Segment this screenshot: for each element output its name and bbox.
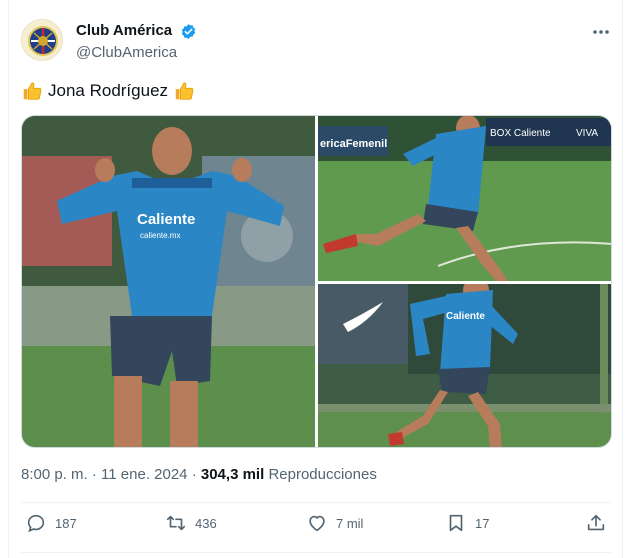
reply-button[interactable]: 187 [25,512,77,534]
retweet-count: 436 [195,515,217,531]
svg-text:caliente.mx: caliente.mx [140,231,180,240]
tweet-date[interactable]: 11 ene. 2024 [101,466,187,483]
club-america-crest-icon [23,21,62,60]
retweet-icon [166,515,186,531]
action-bar: 187 436 7 mil 17 [21,512,612,542]
tweet-text-content: Jona Rodríguez [48,81,169,100]
reply-icon [27,514,45,533]
bookmark-button[interactable]: 17 [445,512,489,534]
photo-player-kicking[interactable]: Caliente [318,284,611,447]
svg-text:ericaFemenil: ericaFemenil [320,138,387,150]
verified-badge-icon [181,24,196,39]
retweet-button[interactable]: 436 [165,512,217,534]
share-icon [587,514,605,531]
divider [21,502,612,503]
bookmark-icon [449,514,463,532]
author-display-name[interactable]: Club América [76,22,172,39]
divider [21,552,612,553]
views-label: Reproducciones [268,466,377,483]
photo-player-thumbs-up[interactable]: Caliente caliente.mx [22,116,315,447]
thumbs-up-icon [175,82,194,100]
views-count: 304,3 mil [200,466,265,483]
meta-separator: · [191,466,197,483]
thumbs-up-icon [23,82,42,100]
like-button[interactable]: 7 mil [306,512,363,534]
tweet-text: Jona Rodríguez [21,80,195,102]
share-button[interactable] [585,512,607,534]
svg-text:Caliente: Caliente [446,311,485,322]
frame-border-right [622,0,623,558]
bookmark-count: 17 [475,515,490,531]
media-grid: Caliente caliente.mx ericaFemenil BOX Ca… [21,115,612,448]
svg-text:Caliente: Caliente [137,211,195,228]
author-handle[interactable]: @ClubAmerica [76,44,177,61]
meta-separator: · [91,466,97,483]
like-count: 7 mil [336,515,364,531]
frame-border-left [8,0,9,558]
more-options-icon[interactable] [591,22,611,42]
svg-text:VIVA: VIVA [576,128,598,139]
svg-text:BOX Caliente: BOX Caliente [490,128,551,139]
heart-icon [309,515,325,532]
photo-player-running[interactable]: ericaFemenil BOX Caliente VIVA [318,116,611,281]
tweet-time[interactable]: 8:00 p. m. [21,466,88,483]
tweet-meta: 8:00 p. m. · 11 ene. 2024 · 304,3 mil Re… [21,466,377,483]
avatar[interactable] [21,19,63,61]
reply-count: 187 [55,515,77,531]
